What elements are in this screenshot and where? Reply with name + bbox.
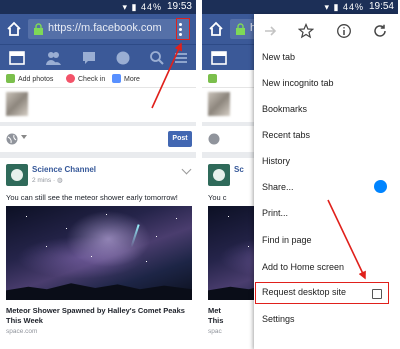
post-button[interactable]: Post bbox=[168, 131, 192, 147]
status-time: 19:53 bbox=[166, 1, 192, 12]
avatar bbox=[6, 92, 28, 116]
lock-icon bbox=[34, 23, 43, 35]
page-name[interactable]: Science Channel bbox=[32, 165, 96, 174]
menu-item-bookmarks[interactable]: Bookmarks bbox=[262, 104, 307, 114]
link-source: spac bbox=[208, 328, 222, 335]
menu-item-find-in-page[interactable]: Find in page bbox=[262, 235, 312, 245]
page-name[interactable]: Sc bbox=[234, 165, 244, 174]
url-field[interactable]: https://m.facebook.com bbox=[28, 19, 190, 39]
refresh-icon[interactable] bbox=[372, 23, 388, 39]
menu-highlight-box bbox=[176, 18, 190, 40]
location-pin-icon bbox=[66, 74, 75, 83]
privacy-row: Post bbox=[0, 126, 196, 152]
meteor-streak bbox=[130, 224, 140, 248]
status-icons: ▾ ▮ 44% bbox=[122, 2, 162, 12]
story-text: You c bbox=[208, 193, 227, 202]
menu-item-settings[interactable]: Settings bbox=[262, 314, 295, 324]
menu-item-print[interactable]: Print... bbox=[262, 208, 288, 218]
status-icons: ▾ ▮ 44% bbox=[324, 2, 364, 12]
page-avatar[interactable] bbox=[6, 164, 28, 186]
chevron-down-icon[interactable] bbox=[181, 164, 192, 175]
globe-icon[interactable] bbox=[208, 133, 220, 145]
story-text: You can still see the meteor shower earl… bbox=[6, 193, 178, 202]
link-source: space.com bbox=[6, 328, 38, 335]
photo-icon bbox=[208, 74, 217, 83]
more-icon bbox=[112, 74, 121, 83]
news-feed-story: Science Channel 2 mins · ◍ You can still… bbox=[0, 158, 196, 349]
star-icon[interactable] bbox=[298, 23, 314, 39]
status-time: 19:54 bbox=[368, 1, 394, 12]
status-bar: ▾ ▮ 44% 19:54 bbox=[202, 0, 398, 14]
home-icon[interactable] bbox=[6, 21, 22, 37]
globe-icon[interactable] bbox=[6, 133, 18, 145]
add-photos-button[interactable]: Add photos bbox=[6, 74, 53, 83]
news-feed-icon[interactable] bbox=[8, 49, 26, 67]
menu-item-history[interactable]: History bbox=[262, 156, 290, 166]
more-menu-icon[interactable] bbox=[172, 49, 190, 67]
menu-item-share[interactable]: Share... bbox=[262, 182, 294, 192]
status-bar: ▾ ▮ 44% 19:53 bbox=[0, 0, 196, 14]
page-avatar[interactable] bbox=[208, 164, 230, 186]
menu-item-add-to-home-screen[interactable]: Add to Home screen bbox=[262, 262, 344, 272]
globe-small-icon: ◍ bbox=[56, 177, 63, 184]
post-composer: Add photos Check in More bbox=[0, 70, 196, 122]
right-panel: ▾ ▮ 44% 19:54 https bbox=[202, 0, 398, 349]
search-icon[interactable] bbox=[148, 49, 166, 67]
link-headline[interactable]: Meteor Shower Spawned by Halley's Comet … bbox=[6, 306, 190, 326]
menu-item-new-tab[interactable]: New tab bbox=[262, 52, 295, 62]
address-bar: https://m.facebook.com bbox=[0, 14, 196, 44]
messenger-icon[interactable] bbox=[374, 180, 387, 193]
story-image[interactable] bbox=[6, 206, 192, 300]
composer-actions: Add photos Check in More bbox=[0, 70, 196, 88]
mountain-ridge bbox=[6, 283, 192, 300]
home-icon[interactable] bbox=[208, 21, 224, 37]
news-feed-icon[interactable] bbox=[210, 49, 228, 67]
add-photos-button[interactable] bbox=[208, 74, 220, 83]
lock-icon bbox=[236, 23, 245, 35]
privacy-dropdown-caret[interactable] bbox=[21, 135, 27, 139]
facebook-nav-bar bbox=[0, 44, 196, 70]
url-text: https://m.facebook.com bbox=[48, 22, 162, 34]
globe-notifications-icon[interactable] bbox=[114, 49, 132, 67]
photo-icon bbox=[6, 74, 15, 83]
info-icon[interactable] bbox=[336, 23, 352, 39]
story-meta: 2 mins · ◍ bbox=[32, 177, 63, 184]
friends-icon[interactable] bbox=[44, 49, 62, 67]
request-desktop-highlight-box bbox=[255, 282, 389, 304]
menu-item-recent-tabs[interactable]: Recent tabs bbox=[262, 130, 310, 140]
check-in-button[interactable]: Check in bbox=[66, 74, 105, 83]
screenshot-stage: ▾ ▮ 44% 19:53 https://m.facebook.com Add… bbox=[0, 0, 400, 349]
menu-item-new-incognito-tab[interactable]: New incognito tab bbox=[262, 78, 334, 88]
more-button[interactable]: More bbox=[112, 74, 140, 83]
chrome-overflow-menu: New tab New incognito tab Bookmarks Rece… bbox=[254, 14, 398, 349]
forward-icon[interactable] bbox=[262, 23, 278, 39]
avatar bbox=[208, 92, 230, 116]
menu-toolbar bbox=[254, 14, 398, 48]
messages-icon[interactable] bbox=[80, 49, 98, 67]
left-panel: ▾ ▮ 44% 19:53 https://m.facebook.com Add… bbox=[0, 0, 196, 349]
